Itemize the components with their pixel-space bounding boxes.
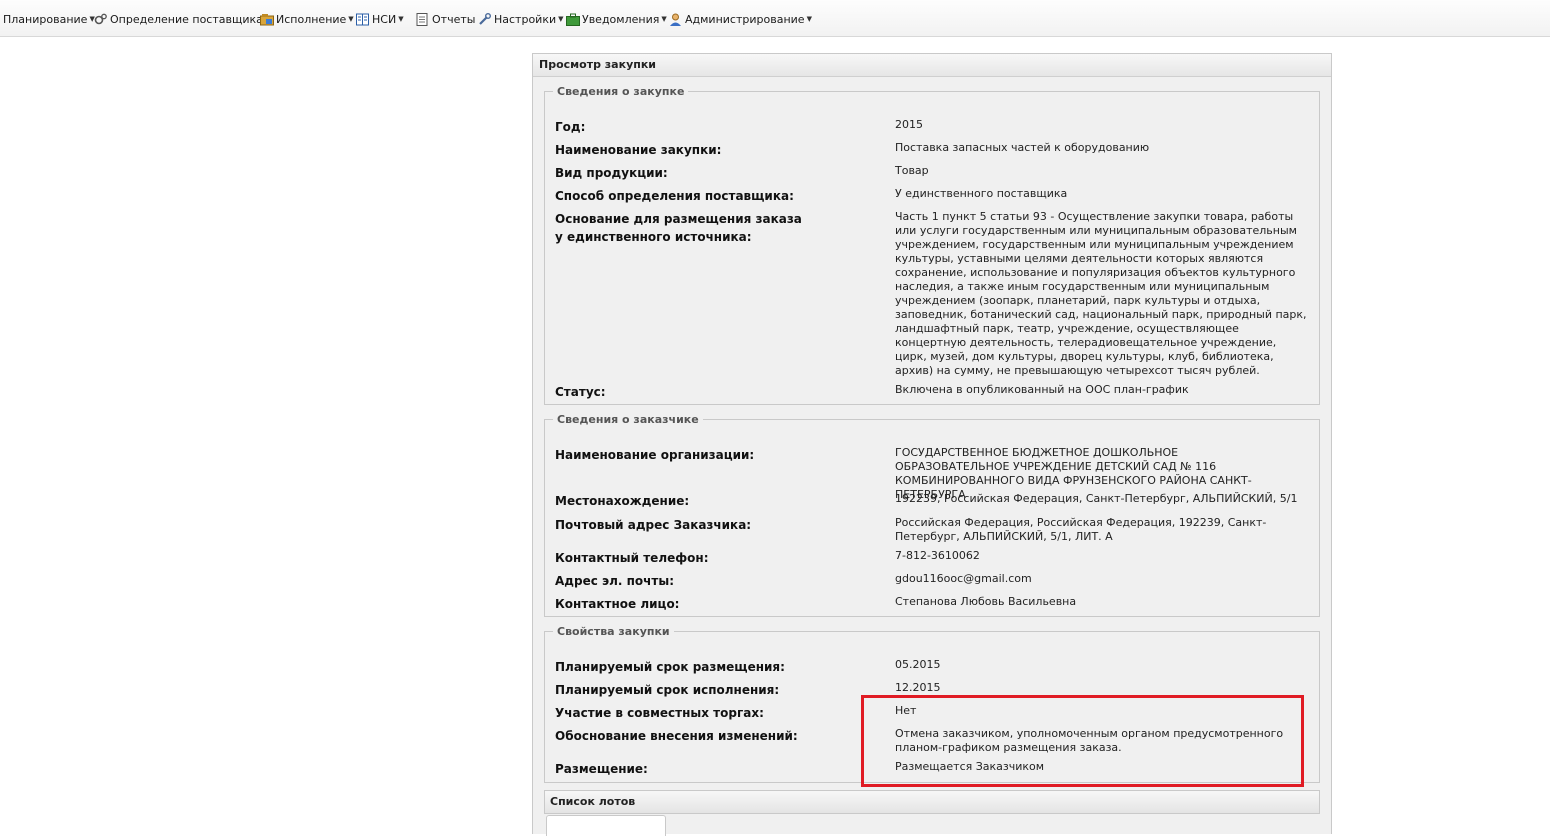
lots-tab[interactable] [546,815,666,836]
basis-label: Основание для размещения заказа у единст… [555,212,802,244]
purchase-info-section: Сведения о закупке Год: 2015 Наименовани… [544,85,1320,405]
contact-person-value: Степанова Любовь Васильевна [895,595,1077,608]
menu-settings-label: Настройки [494,12,557,26]
top-menu-bar: Планирование▼ Определение поставщика▼ Ис… [0,0,1550,37]
phone-value: 7-812-3610062 [895,549,980,562]
wrench-icon [478,12,491,26]
year-label: Год: [555,120,586,134]
briefcase-icon [566,13,580,26]
menu-nsi-label: НСИ [372,12,397,26]
caret-down-icon: ▼ [348,15,354,23]
caret-down-icon: ▼ [806,15,812,23]
lots-list-header: Список лотов [544,790,1320,814]
menu-administration-label: Администрирование [685,12,805,26]
purchase-view-panel: Просмотр закупки Сведения о закупке Год:… [532,53,1332,836]
status-label: Статус: [555,385,606,399]
basis-value: Часть 1 пункт 5 статьи 93 - Осуществлени… [895,210,1307,377]
status-value: Включена в опубликованный на ООС план-гр… [895,383,1189,396]
menu-administration[interactable]: Администрирование ▼ [669,10,812,28]
placement-term-value: 05.2015 [895,658,941,671]
menu-supplier-determination[interactable]: Определение поставщика▼ [94,10,270,28]
joint-tender-label: Участие в совместных торгах: [555,706,764,720]
product-type-value: Товар [895,164,929,177]
menu-settings[interactable]: Настройки ▼ [478,10,564,28]
customer-info-section: Сведения о заказчике Наименование органи… [544,413,1320,617]
purchase-properties-legend: Свойства закупки [557,625,670,638]
year-value: 2015 [895,118,923,131]
menu-notifications[interactable]: Уведомления ▼ [566,10,667,28]
method-value: У единственного поставщика [895,187,1068,200]
gears-icon [94,13,107,26]
location-label: Местонахождение: [555,494,690,508]
menu-planning[interactable]: Планирование ▼ [3,10,95,28]
phone-label: Контактный телефон: [555,551,709,565]
location-value: 192239, Российская Федерация, Санкт-Пете… [895,492,1298,505]
placement-label: Размещение: [555,762,648,776]
purchase-name-value: Поставка запасных частей к оборудованию [895,141,1150,154]
menu-nsi[interactable]: НСИ ▼ [356,10,404,28]
caret-down-icon: ▼ [661,15,667,23]
postal-address-label: Почтовый адрес Заказчика: [555,518,752,532]
menu-planning-label: Планирование [3,12,88,26]
product-type-label: Вид продукции: [555,166,668,180]
postal-address-value: Российская Федерация, Российская Федерац… [895,516,1267,543]
email-label: Адрес эл. почты: [555,574,675,588]
purchase-info-legend: Сведения о закупке [557,85,685,98]
placement-value: Размещается Заказчиком [895,760,1045,773]
menu-supplier-label: Определение поставщика [110,12,263,26]
menu-reports[interactable]: Отчеты [416,10,475,28]
contact-person-label: Контактное лицо: [555,597,680,611]
purchase-name-label: Наименование закупки: [555,143,722,157]
org-name-label: Наименование организации: [555,448,755,462]
document-icon [416,12,429,26]
change-reason-value: Отмена заказчиком, уполномоченным органо… [895,727,1284,754]
menu-execution[interactable]: Исполнение ▼ [260,10,354,28]
execution-term-value: 12.2015 [895,681,941,694]
joint-tender-value: Нет [895,704,917,717]
execution-term-label: Планируемый срок исполнения: [555,683,780,697]
menu-reports-label: Отчеты [432,12,476,26]
customer-info-legend: Сведения о заказчике [557,413,699,426]
purchase-properties-section: Свойства закупки Планируемый срок размещ… [544,625,1320,783]
panel-title: Просмотр закупки [533,54,1331,77]
caret-down-icon: ▼ [398,15,404,23]
change-reason-label: Обоснование внесения изменений: [555,729,798,743]
caret-down-icon: ▼ [558,15,564,23]
method-label: Способ определения поставщика: [555,189,794,203]
menu-notifications-label: Уведомления [582,12,660,26]
placement-term-label: Планируемый срок размещения: [555,660,785,674]
folder-icon [260,13,274,26]
user-icon [669,13,682,26]
book-icon [356,13,369,26]
menu-execution-label: Исполнение [276,12,347,26]
email-value: gdou116ooc@gmail.com [895,572,1032,585]
